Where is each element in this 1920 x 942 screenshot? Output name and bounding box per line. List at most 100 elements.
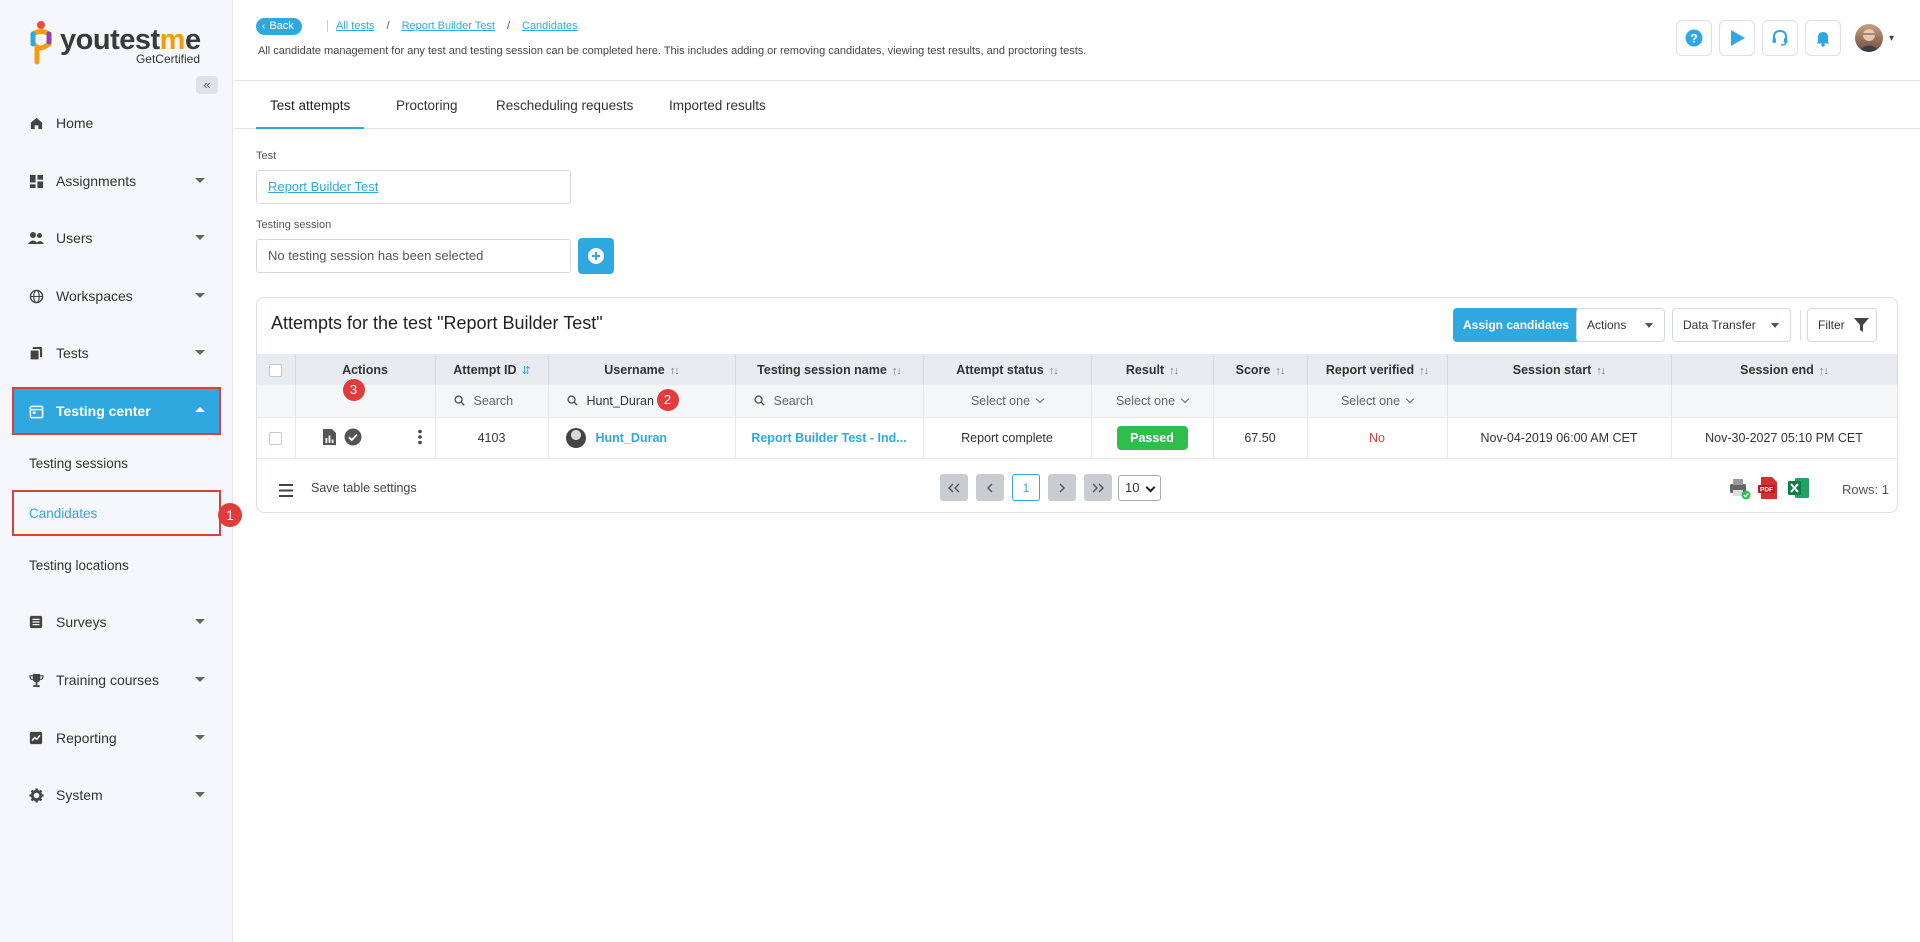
testing-session-field-label: Testing session <box>256 219 332 231</box>
search-icon <box>753 395 765 406</box>
report-icon[interactable] <box>322 428 336 445</box>
brand-subtitle: GetCertified <box>135 52 200 66</box>
brand-logo[interactable]: youtestme GetCertified <box>28 18 208 68</box>
sidebar-item-assignments[interactable]: Assignments <box>14 159 219 203</box>
select-all-checkbox[interactable] <box>269 363 283 377</box>
page-button-current[interactable]: 1 <box>1012 474 1040 501</box>
filter-cell-session-end <box>1671 385 1898 418</box>
column-header-label: Report verified <box>1325 362 1415 377</box>
column-header-testing-session-name[interactable]: Testing session name ↑↓ <box>735 354 924 385</box>
sidebar-item-tests[interactable]: Tests <box>14 331 219 375</box>
sidebar-subitem-testing-sessions[interactable]: Testing sessions <box>14 442 219 484</box>
back-button[interactable]: ‹ Back <box>256 18 302 35</box>
column-header-session-end[interactable]: Session end ↑↓ <box>1671 354 1898 385</box>
tab-proctoring[interactable]: Proctoring <box>396 82 458 129</box>
export-excel-icon[interactable] <box>1787 476 1811 500</box>
attempts-card: Attempts for the test "Report Builder Te… <box>256 297 1898 513</box>
row-checkbox[interactable] <box>269 431 283 445</box>
chevron-down-icon <box>195 178 205 183</box>
actions-dropdown[interactable]: Actions <box>1576 308 1665 342</box>
last-page-button[interactable] <box>1084 474 1112 501</box>
next-page-button[interactable] <box>1048 474 1076 501</box>
column-header-label: Username <box>604 362 665 377</box>
filter-username[interactable]: Hunt_Duran 2 <box>548 385 736 418</box>
sidebar-subitem-testing-locations[interactable]: Testing locations <box>14 544 219 586</box>
save-table-settings-button[interactable]: Save table settings <box>311 481 417 495</box>
tab-test-attempts[interactable]: Test attempts <box>256 82 365 129</box>
support-button[interactable] <box>1761 20 1798 56</box>
breadcrumb-report-builder-test[interactable]: Report Builder Test <box>402 20 495 32</box>
first-page-button[interactable] <box>940 474 968 501</box>
headset-icon <box>1772 29 1788 46</box>
export-printer-icon[interactable] <box>1727 476 1751 500</box>
sidebar-item-label: Users <box>56 230 93 246</box>
play-tutorial-button[interactable] <box>1718 20 1755 56</box>
filter-attempt-status[interactable]: Select one <box>923 385 1092 418</box>
data-transfer-dropdown-label: Data Transfer <box>1683 318 1756 332</box>
filter-report-verified[interactable]: Select one <box>1307 385 1448 418</box>
select-testing-session-button[interactable] <box>578 238 614 274</box>
column-header-score[interactable]: Score ↑↓ <box>1213 354 1308 385</box>
column-header-attempt-id[interactable]: Attempt ID ⇵ <box>435 354 549 385</box>
collapse-sidebar-button[interactable]: « <box>196 76 218 94</box>
tab-imported-results[interactable]: Imported results <box>669 82 766 129</box>
filter-button-label: Filter <box>1818 318 1845 332</box>
column-header-label: Session start <box>1512 362 1592 377</box>
chevron-down-icon[interactable]: ▾ <box>1889 33 1894 44</box>
sidebar-item-system[interactable]: System <box>14 773 219 817</box>
actions-dropdown-label: Actions <box>1587 318 1627 332</box>
chevron-down-icon <box>1645 323 1653 328</box>
tab-rescheduling-requests[interactable]: Rescheduling requests <box>496 82 633 129</box>
filter-testing-session-name[interactable]: Search <box>735 385 924 418</box>
chevron-down-icon <box>1771 323 1779 328</box>
data-transfer-dropdown[interactable]: Data Transfer <box>1672 308 1791 342</box>
sidebar-item-workspaces[interactable]: Workspaces <box>14 274 219 318</box>
cell-attempt-status: Report complete <box>923 417 1092 459</box>
testing-session-link[interactable]: Report Builder Test - Ind... <box>751 431 906 445</box>
column-header-username[interactable]: Username ↑↓ <box>548 354 736 385</box>
avatar-icon <box>1857 29 1880 52</box>
sidebar-item-home[interactable]: Home <box>14 101 219 145</box>
sidebar-subitem-label: Testing sessions <box>29 455 129 471</box>
column-header-report-verified[interactable]: Report verified ↑↓ <box>1307 354 1448 385</box>
breadcrumb-candidates[interactable]: Candidates <box>522 20 578 32</box>
user-avatar[interactable] <box>1854 24 1883 52</box>
sidebar-item-testing-center[interactable]: Testing center <box>12 387 221 435</box>
filter-result[interactable]: Select one <box>1091 385 1214 418</box>
sidebar-subitem-candidates[interactable]: Candidates <box>12 490 221 536</box>
test-link[interactable]: Report Builder Test <box>268 179 378 194</box>
column-header-result[interactable]: Result ↑↓ <box>1091 354 1214 385</box>
search-icon <box>566 395 578 406</box>
export-pdf-icon[interactable]: PDF <box>1757 476 1781 500</box>
sidebar-item-users[interactable]: Users <box>14 216 219 260</box>
filter-button[interactable]: Filter <box>1807 308 1877 342</box>
filter-attempt-id[interactable]: Search <box>435 385 549 418</box>
tab-bar: Test attempts Proctoring Rescheduling re… <box>234 82 1920 129</box>
globe-icon <box>28 288 44 304</box>
test-field[interactable]: Report Builder Test <box>256 170 571 204</box>
column-header-label: Attempt ID <box>453 362 517 377</box>
sidebar-item-surveys[interactable]: Surveys <box>14 600 219 644</box>
test-field-label: Test <box>256 150 277 162</box>
help-icon: ? <box>1685 29 1703 47</box>
rows-count: Rows: 1 <box>1842 482 1889 497</box>
sidebar-item-training-courses[interactable]: Training courses <box>14 658 219 702</box>
column-header-label: Actions <box>342 362 388 377</box>
column-header-attempt-status[interactable]: Attempt status ↑↓ <box>923 354 1092 385</box>
prev-page-button[interactable] <box>976 474 1004 501</box>
sidebar-item-reporting[interactable]: Reporting <box>14 716 219 760</box>
assign-candidates-button[interactable]: Assign candidates <box>1453 308 1580 342</box>
page-size-select[interactable]: 10 <box>1118 475 1161 501</box>
filter-select-value: Select one <box>1116 394 1188 408</box>
breadcrumb-all-tests[interactable]: All tests <box>336 20 375 32</box>
filter-placeholder: Search <box>473 393 514 408</box>
hamburger-icon[interactable] <box>279 484 293 497</box>
filter-cell-actions: 3 <box>295 379 436 418</box>
verify-check-icon[interactable] <box>344 428 362 446</box>
username-link[interactable]: Hunt_Duran <box>596 431 668 445</box>
more-options-icon[interactable] <box>417 429 422 445</box>
testing-session-field[interactable]: No testing session has been selected <box>256 239 571 273</box>
notifications-button[interactable] <box>1804 20 1841 56</box>
column-header-session-start[interactable]: Session start ↑↓ <box>1447 354 1672 385</box>
help-button[interactable]: ? <box>1675 20 1712 56</box>
